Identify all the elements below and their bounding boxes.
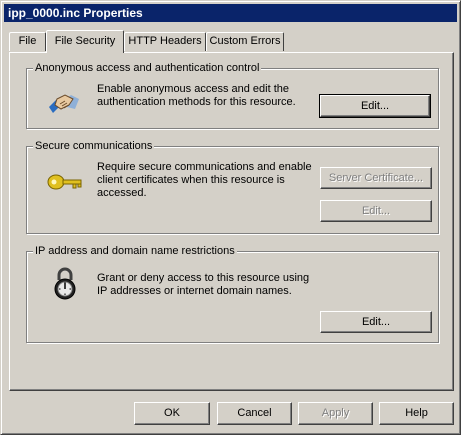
secure-communications-description: Require secure communications and enable… [97, 161, 312, 199]
cancel-label: Cancel [237, 407, 272, 419]
ok-label: OK [164, 407, 180, 419]
secure-communications-group-label: Secure communications [33, 139, 155, 153]
tab-custom-errors[interactable]: Custom Errors [206, 32, 284, 51]
help-button[interactable]: Help [379, 402, 454, 425]
secure-edit-button[interactable]: Edit... [320, 200, 432, 222]
window-title: ipp_0000.inc Properties [4, 4, 457, 22]
anonymous-access-group: Anonymous access and authentication cont… [26, 61, 439, 129]
ok-button[interactable]: OK [134, 402, 210, 425]
ip-restrictions-group-label: IP address and domain name restrictions [33, 244, 237, 258]
server-certificate-label: Server Certificate... [328, 172, 424, 184]
key-icon [47, 174, 82, 190]
ip-edit-label: Edit... [361, 316, 391, 328]
server-certificate-button[interactable]: Server Certificate... [320, 167, 432, 189]
tab-panel: Anonymous access and authentication cont… [9, 52, 454, 391]
padlock-icon [54, 267, 76, 300]
properties-dialog: ipp_0000.inc Properties File File Securi… [0, 0, 461, 435]
cancel-button[interactable]: Cancel [217, 402, 292, 425]
secure-edit-label: Edit... [361, 205, 391, 217]
tab-file-security[interactable]: File Security [46, 30, 124, 53]
anonymous-edit-label: Edit... [360, 100, 390, 112]
anonymous-access-description: Enable anonymous access and edit the aut… [97, 83, 296, 108]
handshake-icon [49, 94, 79, 113]
tab-http-headers[interactable]: HTTP Headers [124, 32, 206, 51]
ip-edit-button[interactable]: Edit... [320, 311, 432, 333]
anonymous-edit-button[interactable]: Edit... [319, 94, 431, 118]
apply-button[interactable]: Apply [298, 402, 373, 425]
anonymous-access-group-label: Anonymous access and authentication cont… [33, 61, 262, 75]
tab-file[interactable]: File [9, 32, 46, 51]
apply-label: Apply [321, 407, 350, 419]
help-label: Help [405, 407, 428, 419]
secure-communications-group: Secure communications Require secure com… [26, 139, 439, 234]
ip-restrictions-group: IP address and domain name restrictions … [26, 244, 439, 343]
ip-restrictions-description: Grant or deny access to this resource us… [97, 272, 310, 297]
